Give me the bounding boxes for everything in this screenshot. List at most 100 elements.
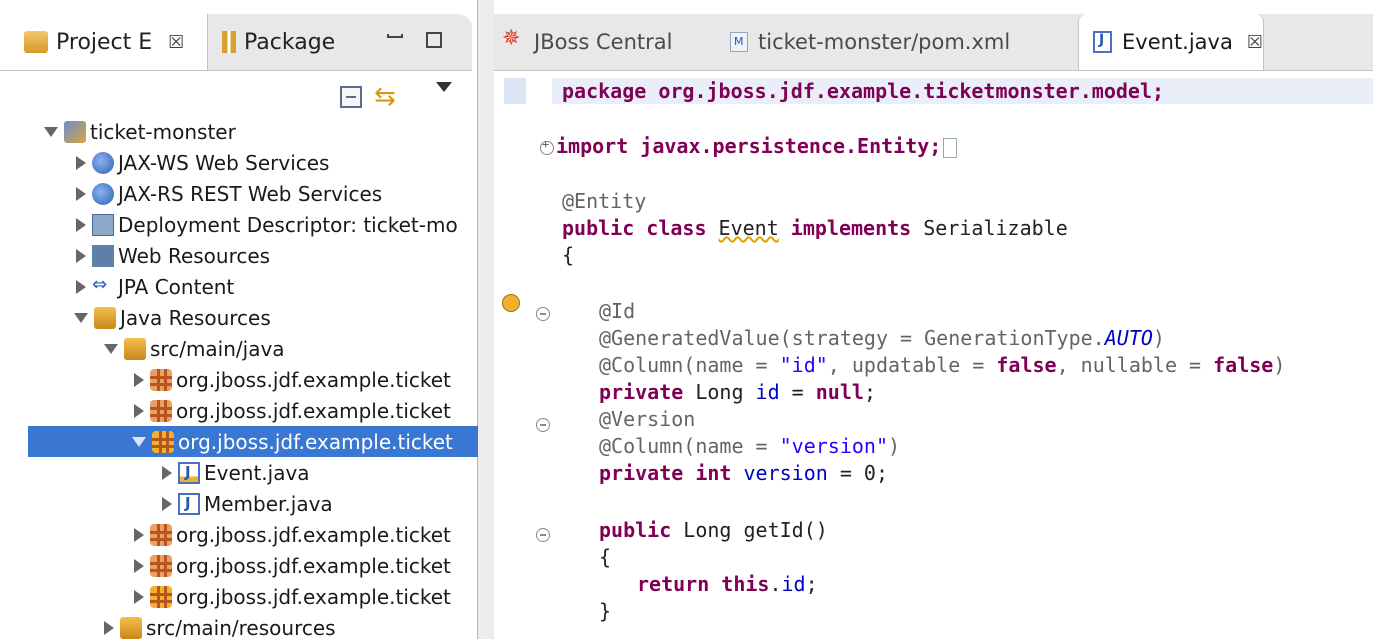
project-explorer-icon	[24, 31, 48, 53]
expand-toggle-icon[interactable]	[76, 186, 86, 201]
fold-collapse-icon[interactable]	[536, 528, 550, 542]
tree-item-label: src/main/resources	[146, 615, 336, 640]
expand-toggle-icon[interactable]	[76, 217, 86, 232]
tab-label: ticket-monster/pom.xml	[758, 30, 1011, 54]
code-line-version-field: private int version = 0;	[599, 461, 889, 485]
tree-item-label: JAX-WS Web Services	[118, 150, 330, 175]
tree-item-label: org.jboss.jdf.example.ticket	[176, 367, 451, 392]
tree-item-label: JAX-RS REST Web Services	[118, 181, 383, 206]
tree-item-label: Web Resources	[118, 243, 271, 268]
code-line-class-decl: public class Event implements Serializab…	[562, 216, 1068, 240]
code-line-version-annotation: @Version	[599, 407, 696, 431]
code-line-getid: public Long getId()	[599, 518, 828, 542]
tab-project-explorer-label: Project E	[56, 29, 153, 55]
package-icon	[150, 585, 172, 608]
tree-item-ticket-monster[interactable]: ticket-monster	[0, 116, 504, 147]
minimize-icon[interactable]	[387, 34, 403, 38]
jboss-central-icon	[502, 26, 524, 53]
java-file-icon	[178, 461, 200, 484]
package-icon	[150, 554, 172, 577]
tab-project-explorer[interactable]: Project E ☒	[0, 14, 208, 70]
fold-collapse-icon[interactable]	[536, 307, 550, 321]
expand-toggle-icon[interactable]	[104, 343, 118, 354]
expand-toggle-icon[interactable]	[134, 558, 144, 573]
expand-toggle-icon[interactable]	[162, 496, 172, 511]
java-file-icon	[178, 492, 200, 515]
panel-divider[interactable]	[478, 0, 494, 639]
tree-item-jax-ws[interactable]: JAX-WS Web Services	[0, 147, 536, 178]
expand-toggle-icon[interactable]	[76, 279, 86, 294]
web-services-icon	[92, 182, 114, 205]
expand-toggle-icon[interactable]	[134, 589, 144, 604]
tree-item-label: org.jboss.jdf.example.ticket	[176, 522, 451, 547]
tree-item-label: org.jboss.jdf.example.ticket	[176, 584, 451, 609]
collapsed-imports-icon[interactable]	[943, 137, 958, 158]
tree-item-label: Member.java	[204, 491, 333, 516]
deployment-descriptor-icon	[92, 213, 114, 236]
tree-item-jpa-content[interactable]: JPA Content	[0, 271, 536, 302]
expand-toggle-icon[interactable]	[76, 155, 86, 170]
expand-toggle-icon[interactable]	[76, 248, 86, 263]
explorer-toolbar: ⇆	[0, 80, 472, 116]
maximize-icon[interactable]	[426, 32, 442, 48]
view-menu-icon[interactable]	[436, 82, 452, 92]
code-line-annotation: @Entity	[562, 189, 647, 213]
package-icon	[150, 399, 172, 422]
tree-item-label: Deployment Descriptor: ticket-mo	[118, 212, 458, 237]
collapse-all-icon[interactable]	[340, 86, 362, 108]
code-line-brace: {	[562, 243, 575, 267]
close-icon[interactable]: ☒	[168, 32, 184, 53]
source-folder-icon	[120, 616, 142, 639]
package-icon	[150, 368, 172, 391]
expand-toggle-icon[interactable]	[74, 312, 88, 323]
expand-toggle-icon[interactable]	[134, 372, 144, 387]
tree-item-label: ticket-monster	[90, 119, 236, 144]
project-icon	[64, 120, 86, 143]
code-line-id-annotation: @Id	[599, 299, 636, 323]
tree-item-web-resources[interactable]: Web Resources	[0, 240, 536, 271]
expand-toggle-icon[interactable]	[134, 403, 144, 418]
expand-toggle-icon[interactable]	[132, 436, 146, 447]
package-icon	[150, 523, 172, 546]
tab-pom-xml[interactable]: ticket-monster/pom.xml	[730, 14, 1010, 70]
code-line-method-close: }	[599, 599, 612, 623]
code-line-generated-value: @GeneratedValue(strategy = GenerationTyp…	[599, 326, 1165, 350]
tab-label: JBoss Central	[534, 30, 673, 54]
code-line-package: package org.jboss.jdf.example.ticketmons…	[562, 79, 1165, 103]
expand-toggle-icon[interactable]	[44, 126, 58, 137]
expand-toggle-icon[interactable]	[134, 527, 144, 542]
code-line-column-id: @Column(name = "id", updatable = false, …	[599, 353, 1286, 377]
package-icon	[152, 430, 174, 453]
tree-item-label: org.jboss.jdf.example.ticket	[176, 553, 451, 578]
tab-package-explorer-label: Package	[244, 29, 336, 55]
code-line-import: import javax.persistence.Entity;	[540, 134, 958, 158]
project-explorer-panel: Project E ☒ Package ⇆ ticket-monster JAX…	[0, 0, 564, 640]
fold-collapse-icon[interactable]	[536, 418, 550, 432]
link-with-editor-icon[interactable]: ⇆	[374, 82, 396, 112]
expand-toggle-icon[interactable]	[162, 465, 172, 480]
tree-item-label: Event.java	[204, 460, 310, 485]
current-line-marker	[504, 78, 526, 104]
warning-marker-icon[interactable]	[502, 294, 520, 312]
code-line-id-field: private Long id = null;	[599, 380, 876, 404]
tree-item-label: src/main/java	[150, 336, 285, 361]
tab-event-java[interactable]: Event.java ☒	[1078, 14, 1264, 70]
expand-toggle-icon[interactable]	[104, 620, 114, 635]
editor-panel: JBoss Central ticket-monster/pom.xml Eve…	[494, 0, 1373, 639]
pom-xml-icon	[730, 32, 748, 52]
explorer-tab-bar: Project E ☒ Package	[0, 14, 472, 71]
java-resources-icon	[94, 306, 116, 329]
fold-expand-icon[interactable]	[540, 137, 554, 155]
tree-item-label: org.jboss.jdf.example.ticket	[178, 429, 453, 454]
tab-package-explorer[interactable]: Package	[210, 14, 335, 70]
tab-jboss-central[interactable]: JBoss Central	[502, 14, 672, 70]
web-services-icon	[92, 151, 114, 174]
tree-item-jax-rs[interactable]: JAX-RS REST Web Services	[0, 178, 536, 209]
editor-gutter	[494, 72, 550, 639]
close-icon[interactable]: ☒	[1247, 32, 1263, 53]
tree-item-deployment-descriptor[interactable]: Deployment Descriptor: ticket-mo	[0, 209, 536, 240]
jpa-icon	[92, 274, 114, 298]
tree-item-java-resources[interactable]: Java Resources	[0, 302, 534, 333]
code-line-return: return this.id;	[637, 572, 818, 596]
code-line-column-version: @Column(name = "version")	[599, 434, 901, 458]
